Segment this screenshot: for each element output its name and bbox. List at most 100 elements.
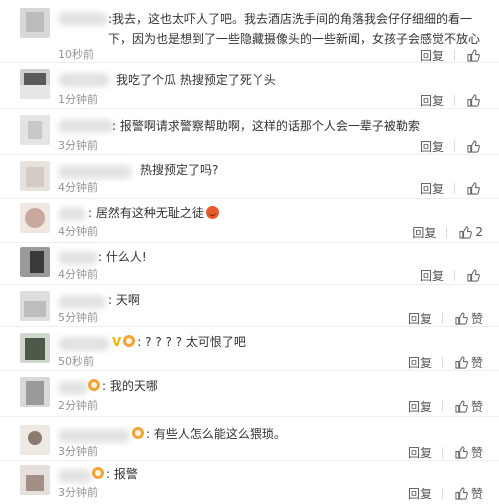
comment-text-wrap: : 居然有这种无耻之徒 [88,203,219,223]
comment-item: : 报警啊请求警察帮助啊，这样的话那个人会一辈子被勒索 3分钟前 回复 [0,109,499,155]
comment-item: V: ? ? ? ? 太可恨了吧 50秒前 回复 赞 [0,327,499,371]
comment-time: 5分钟前 [58,311,98,324]
like-button[interactable]: 赞 [455,354,483,371]
reply-button[interactable]: 回复 [420,180,444,197]
username-redacted [58,73,110,87]
reply-button[interactable]: 回复 [420,267,444,284]
like-label: 赞 [470,355,483,370]
like-button[interactable]: 赞 [455,310,483,327]
comment-time: 10秒前 [58,48,94,61]
comment-actions: 回复 [420,47,483,63]
comment-actions: 回复 赞 [408,398,483,414]
username-redacted [58,251,98,265]
divider [441,312,443,324]
comment-time: 50秒前 [58,355,94,368]
like-button[interactable] [467,93,483,107]
username-redacted [58,337,110,351]
comment-text: 报警 [113,467,138,481]
divider [454,269,455,281]
angry-face-icon [205,206,219,219]
comment-item: : 有些人怎么能这么猥琐。 3分钟前 回复 赞 [0,417,499,461]
comment-item: 我吃了个瓜 热搜预定了死丫头 1分钟前 回复 [0,63,499,109]
comment-text: 我吃了个瓜 热搜预定了死丫头 [116,73,276,87]
like-label: 赞 [470,445,483,460]
comment-time: 4分钟前 [58,181,98,194]
comment-actions: 回复 赞 [408,444,483,460]
verified-badge-icon: V [112,335,122,349]
comment-time: 4分钟前 [58,268,98,281]
username-redacted [58,381,88,395]
comment-time: 1分钟前 [58,93,98,106]
divider [446,226,448,238]
avatar[interactable] [20,465,50,495]
like-button[interactable]: 赞 [455,444,483,461]
username-redacted [58,207,86,221]
reply-button[interactable]: 回复 [420,92,444,109]
username-redacted [58,429,130,443]
comment-text: 我去，这也太吓人了吧。我去酒店洗手间的角落我会仔仔细细的看一下，因为也是想到了一… [108,12,481,46]
like-button[interactable] [467,48,483,62]
comment-text-wrap: : 天啊 [108,293,140,307]
reply-button[interactable]: 回复 [408,354,432,371]
comment-text: ? ? ? ? 太可恨了吧 [145,335,246,349]
comment-actions: 回复 [420,180,483,196]
comment-item: 热搜预定了吗? 4分钟前 回复 [0,155,499,199]
username-redacted [58,469,92,483]
username-redacted [58,12,108,26]
divider [454,49,455,61]
comment-item: : 居然有这种无耻之徒 4分钟前 回复 2 [0,199,499,243]
comment-text-wrap: V: ? ? ? ? 太可恨了吧 [112,332,246,352]
avatar[interactable] [20,115,50,145]
reply-button[interactable]: 回复 [420,138,444,155]
username-redacted [58,165,132,179]
level-badge-icon [132,427,144,439]
reply-button[interactable]: 回复 [408,485,432,502]
thumbs-up-icon [459,225,473,239]
comment-text: 居然有这种无耻之徒 [95,206,204,220]
comment-text: 报警啊请求警察帮助啊，这样的话那个人会一辈子被勒索 [119,119,420,133]
comment-text-wrap: : 什么人! [98,250,147,264]
comment-text: 热搜预定了吗? [140,163,219,177]
divider [454,182,455,194]
divider [441,400,443,412]
reply-button[interactable]: 回复 [408,444,432,461]
like-button[interactable] [467,181,483,195]
comment-actions: 回复 [420,138,483,154]
avatar[interactable] [20,333,50,363]
like-button[interactable] [467,268,483,282]
comment-text-wrap: : 我的天哪 [88,376,158,396]
like-button[interactable]: 2 [459,225,483,239]
avatar[interactable] [20,8,50,38]
thumbs-up-icon [455,399,468,413]
level-badge-icon [123,335,136,347]
username-redacted [58,119,114,133]
comment-actions: 回复 [420,92,483,108]
like-button[interactable]: 赞 [455,398,483,415]
comment-text: 有些人怎么能这么猥琐。 [153,427,286,441]
reply-button[interactable]: 回复 [420,47,444,64]
avatar[interactable] [20,377,50,407]
avatar[interactable] [20,291,50,321]
avatar[interactable] [20,69,50,99]
reply-button[interactable]: 回复 [408,310,432,327]
avatar[interactable] [20,161,50,191]
thumbs-up-icon [455,445,468,459]
avatar[interactable] [20,203,50,233]
avatar[interactable] [20,425,50,455]
divider [441,487,443,499]
comment-actions: 回复 赞 [408,310,483,326]
reply-button[interactable]: 回复 [412,224,436,241]
divider [454,94,455,106]
comment-text-wrap: :我去，这也太吓人了吧。我去酒店洗手间的角落我会仔仔细细的看一下，因为也是想到了… [108,12,481,46]
thumbs-up-icon [455,355,468,369]
like-button[interactable]: 赞 [455,485,483,502]
comment-actions: 回复 赞 [408,354,483,370]
thumbs-up-icon [467,181,480,195]
reply-button[interactable]: 回复 [408,398,432,415]
divider [441,446,443,458]
thumbs-up-icon [467,139,480,153]
avatar[interactable] [20,247,50,277]
like-button[interactable] [467,139,483,153]
thumbs-up-icon [455,486,468,500]
comment-time: 4分钟前 [58,225,98,238]
